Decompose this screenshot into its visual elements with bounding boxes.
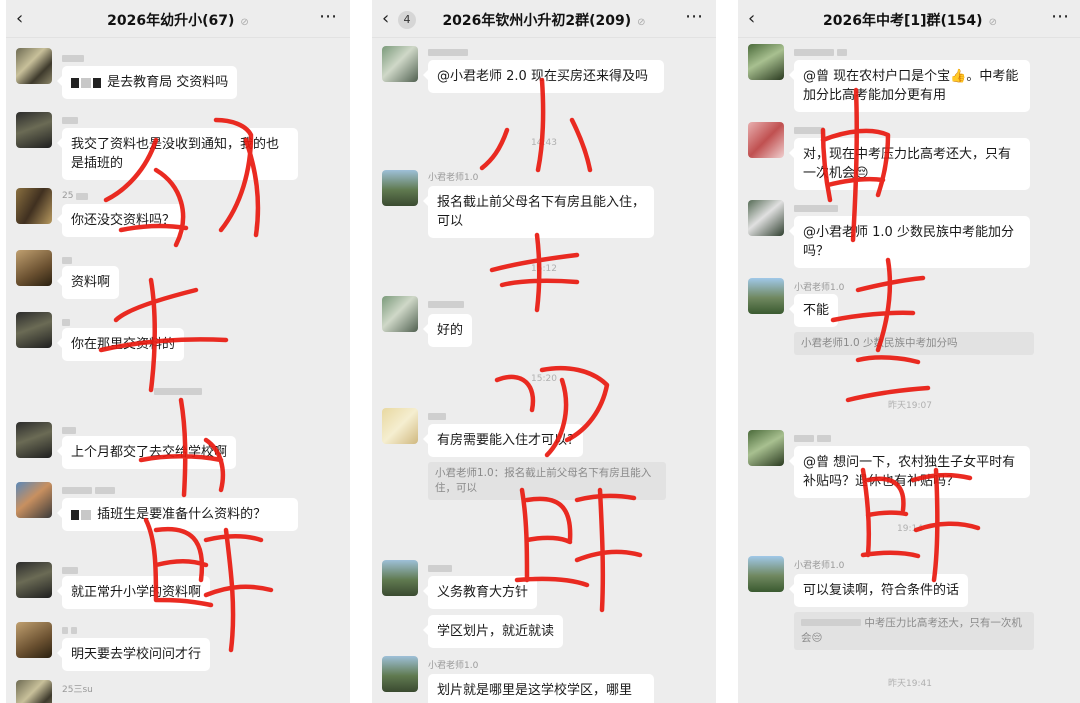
- avatar[interactable]: [748, 556, 784, 592]
- avatar[interactable]: [382, 296, 418, 332]
- avatar[interactable]: [16, 562, 52, 598]
- avatar[interactable]: [16, 112, 52, 148]
- sender-name: [428, 298, 464, 310]
- group-title: 2026年中考[1]群(154) ⊘: [823, 13, 997, 29]
- message-bubble[interactable]: 对，现在中考压力比高考还大，只有一次机会😔: [789, 138, 1030, 190]
- group-title: 2026年幼升小(67) ⊘: [107, 13, 249, 29]
- message-bubble[interactable]: 明天要去学校问问才行: [56, 638, 211, 671]
- avatar[interactable]: [16, 312, 52, 348]
- avatar[interactable]: [16, 482, 52, 518]
- message-bubble[interactable]: @曾 想问一下，农村独生子女平时有补贴吗？退休也有补贴吗？: [789, 446, 1030, 498]
- chat-panel-primary-to-middle: ‹ 4 2026年钦州小升初2群(209) ⊘ ⋯ @小君老师 2.0 现在买房还…: [372, 0, 716, 703]
- quoted-message[interactable]: 小君老师1.0 少数民族中考加分吗: [794, 332, 1034, 355]
- redacted-block: [93, 77, 101, 88]
- timestamp: [6, 388, 350, 398]
- message-bubble[interactable]: 是去教育局 交资料吗: [56, 66, 238, 99]
- avatar[interactable]: [16, 48, 52, 84]
- sender-name: [794, 202, 838, 214]
- sender-name: 小君老师1.0: [794, 560, 845, 571]
- redacted-block: [81, 509, 91, 520]
- message-bubble[interactable]: 有房需要能入住才可以?: [423, 424, 583, 457]
- message-bubble[interactable]: @小君老师 2.0 现在买房还来得及吗: [423, 60, 664, 93]
- more-options-icon[interactable]: ⋯: [685, 6, 704, 27]
- message-bubble[interactable]: 不能: [788, 294, 839, 327]
- sender-name: [62, 424, 76, 436]
- sender-name: [62, 624, 77, 636]
- message-bubble[interactable]: 可以复读啊，符合条件的话: [788, 574, 969, 607]
- avatar[interactable]: [382, 170, 418, 206]
- mute-icon: ⊘: [240, 17, 249, 28]
- sender-name: [62, 254, 72, 266]
- avatar[interactable]: [16, 250, 52, 286]
- avatar[interactable]: [748, 44, 784, 80]
- chat-header: ‹ 2026年中考[1]群(154) ⊘ ⋯: [738, 0, 1080, 38]
- avatar[interactable]: [382, 656, 418, 692]
- timestamp: 14:43: [531, 138, 557, 148]
- message-bubble[interactable]: 上个月都交了去交给学校啊: [56, 436, 237, 469]
- sender-name: [794, 46, 847, 58]
- sender-name: 25三su: [62, 684, 93, 695]
- avatar[interactable]: [16, 622, 52, 658]
- avatar[interactable]: [748, 200, 784, 236]
- timestamp: 19:14: [897, 524, 923, 534]
- message-bubble[interactable]: 好的: [422, 314, 473, 347]
- sender-name: [62, 484, 115, 496]
- message-bubble[interactable]: 插班生是要准备什么资料的？: [57, 498, 298, 531]
- sender-name: 小君老师1.0: [428, 172, 479, 183]
- chat-header: ‹ 2026年幼升小(67) ⊘ ⋯: [6, 0, 350, 38]
- sender-name: [794, 124, 824, 136]
- timestamp: 昨天19:07: [888, 401, 932, 411]
- avatar[interactable]: [382, 46, 418, 82]
- redacted-block: [71, 509, 79, 520]
- avatar[interactable]: [16, 188, 52, 224]
- handwriting-annotation: [479, 77, 643, 613]
- sender-name: [428, 46, 468, 58]
- sender-name: [62, 114, 78, 126]
- chat-header: ‹ 4 2026年钦州小升初2群(209) ⊘ ⋯: [372, 0, 716, 38]
- message-bubble[interactable]: 资料啊: [56, 266, 120, 299]
- sender-name: [428, 410, 446, 422]
- more-options-icon[interactable]: ⋯: [1051, 6, 1070, 27]
- sender-name: [62, 564, 78, 576]
- chat-panel-high-school-entrance: ‹ 2026年中考[1]群(154) ⊘ ⋯ @曾 现在农村户口是个宝👍。中考能加…: [738, 0, 1080, 703]
- avatar[interactable]: [16, 422, 52, 458]
- message-bubble[interactable]: 你还没交资料吗？: [56, 204, 185, 237]
- sender-name: 小君老师1.0: [794, 282, 845, 293]
- avatar[interactable]: [382, 408, 418, 444]
- mute-icon: ⊘: [988, 17, 997, 28]
- timestamp: 昨天19:41: [888, 679, 932, 689]
- redacted-block: [81, 77, 91, 88]
- group-title: 2026年钦州小升初2群(209) ⊘: [442, 13, 646, 29]
- message-bubble[interactable]: @曾 现在农村户口是个宝👍。中考能加分比高考能加分更有用: [789, 60, 1030, 112]
- message-bubble[interactable]: 就正常升小学的资料啊: [56, 576, 211, 609]
- message-bubble[interactable]: 义务教育大方针: [422, 576, 538, 609]
- chat-panel-kindergarten: ‹ 2026年幼升小(67) ⊘ ⋯ 是去教育局 交资料吗 我交了资料也是没收到通…: [6, 0, 350, 703]
- message-bubble[interactable]: 我交了资料也是没收到通知，我的也是插班的: [57, 128, 298, 180]
- message-bubble[interactable]: 划片就是哪里是这学校学区，哪里: [428, 674, 654, 703]
- avatar[interactable]: [748, 430, 784, 466]
- timestamp: 15:20: [531, 374, 557, 384]
- sender-name: 25: [62, 190, 89, 202]
- avatar[interactable]: [382, 560, 418, 596]
- message-bubble[interactable]: 你在那里交资料的: [56, 328, 185, 361]
- quoted-message[interactable]: 小君老师1.0：报名截止前父母名下有房且能入住，可以: [428, 462, 666, 500]
- more-options-icon[interactable]: ⋯: [319, 6, 338, 27]
- timestamp: 15:12: [531, 264, 557, 274]
- message-bubble[interactable]: 报名截止前父母名下有房且能入住，可以: [423, 186, 654, 238]
- sender-name: 小君老师1.0: [428, 660, 479, 671]
- quoted-message[interactable]: 中考压力比高考还大，只有一次机会😔: [794, 612, 1034, 650]
- sender-name: [794, 432, 831, 444]
- sender-name: [62, 316, 70, 328]
- redacted-block: [71, 77, 79, 88]
- avatar[interactable]: [16, 680, 52, 703]
- avatar[interactable]: [748, 122, 784, 158]
- message-bubble[interactable]: @小君老师 1.0 少数民族中考能加分吗？: [789, 216, 1030, 268]
- mute-icon: ⊘: [637, 17, 646, 28]
- message-bubble[interactable]: 学区划片，就近就读: [422, 615, 564, 648]
- sender-name: [62, 52, 84, 64]
- avatar[interactable]: [748, 278, 784, 314]
- sender-name: [428, 562, 452, 574]
